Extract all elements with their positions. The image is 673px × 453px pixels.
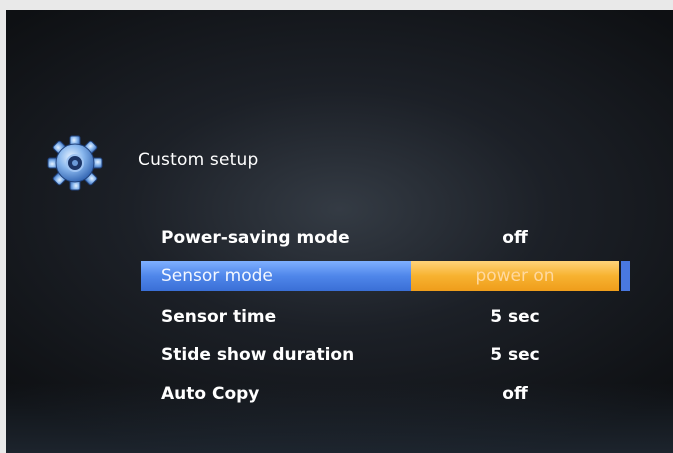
menu-item-value: off <box>502 228 528 248</box>
menu-item-label: Stide show duration <box>161 345 355 365</box>
menu-item-value: 5 sec <box>490 345 540 365</box>
menu-item-label: Auto Copy <box>161 384 260 404</box>
menu-item-sensor-mode[interactable]: Sensor mode power on <box>141 261 630 291</box>
selection-end-cap <box>621 261 630 291</box>
menu-item-slide-show-duration[interactable]: Stide show duration 5 sec <box>141 340 630 370</box>
menu-item-label: Sensor time <box>161 307 277 327</box>
menu-item-auto-copy[interactable]: Auto Copy off <box>141 379 630 409</box>
menu-item-label: Power-saving mode <box>161 228 350 248</box>
menu-item-label: Sensor mode <box>161 266 273 286</box>
menu-item-power-saving-mode[interactable]: Power-saving mode off <box>141 223 630 253</box>
menu-item-value: off <box>502 384 528 404</box>
page-title: Custom setup <box>138 150 259 170</box>
menu-item-value: power on <box>475 266 555 286</box>
menu-screen: Custom setup Power-saving mode off Senso… <box>6 10 673 453</box>
menu-item-value: 5 sec <box>490 307 540 327</box>
gear-icon <box>47 135 103 191</box>
menu-item-sensor-time[interactable]: Sensor time 5 sec <box>141 302 630 332</box>
